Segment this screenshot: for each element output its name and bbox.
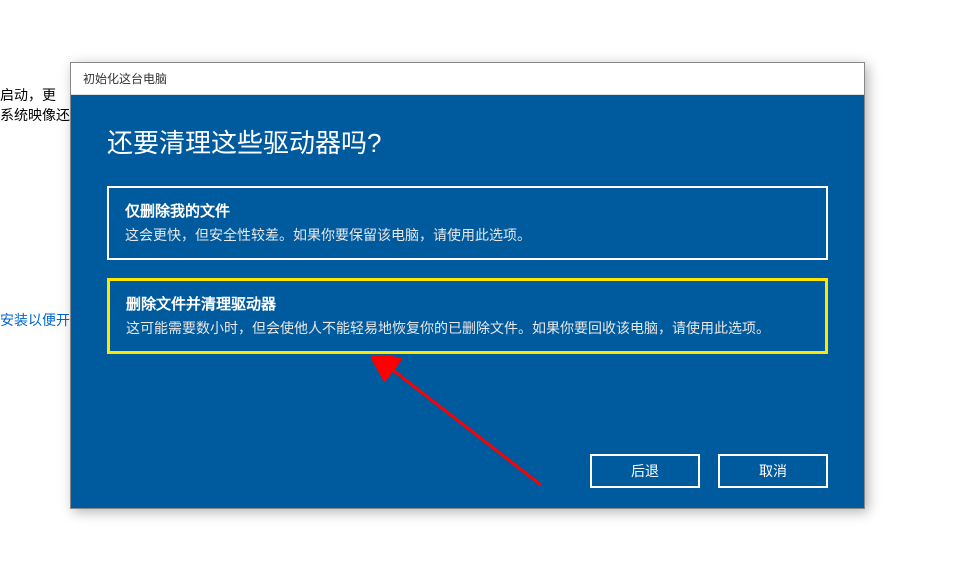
option-clean-drive[interactable]: 删除文件并清理驱动器 这可能需要数小时，但会使他人不能轻易地恢复你的已删除文件。…	[107, 278, 828, 354]
option-desc: 这会更快，但安全性较差。如果你要保留该电脑，请使用此选项。	[125, 225, 810, 246]
option-remove-files-only[interactable]: 仅删除我的文件 这会更快，但安全性较差。如果你要保留该电脑，请使用此选项。	[107, 186, 828, 260]
reset-pc-dialog: 初始化这台电脑 还要清理这些驱动器吗? 仅删除我的文件 这会更快，但安全性较差。…	[70, 62, 865, 509]
dialog-heading: 还要清理这些驱动器吗?	[107, 123, 828, 160]
option-title: 仅删除我的文件	[125, 200, 810, 221]
dialog-titlebar: 初始化这台电脑	[71, 63, 864, 95]
back-button[interactable]: 后退	[590, 454, 700, 488]
option-title: 删除文件并清理驱动器	[126, 293, 809, 314]
option-desc: 这可能需要数小时，但会使他人不能轻易地恢复你的已删除文件。如果你要回收该电脑，请…	[126, 318, 809, 339]
dialog-button-row: 后退 取消	[590, 454, 828, 488]
annotation-arrow-icon	[371, 355, 571, 495]
background-link[interactable]: 安装以便开	[0, 310, 70, 330]
dialog-body: 还要清理这些驱动器吗? 仅删除我的文件 这会更快，但安全性较差。如果你要保留该电…	[71, 95, 864, 508]
background-text-line2: 系统映像还	[0, 104, 70, 126]
dialog-title: 初始化这台电脑	[83, 70, 167, 87]
cancel-button[interactable]: 取消	[718, 454, 828, 488]
